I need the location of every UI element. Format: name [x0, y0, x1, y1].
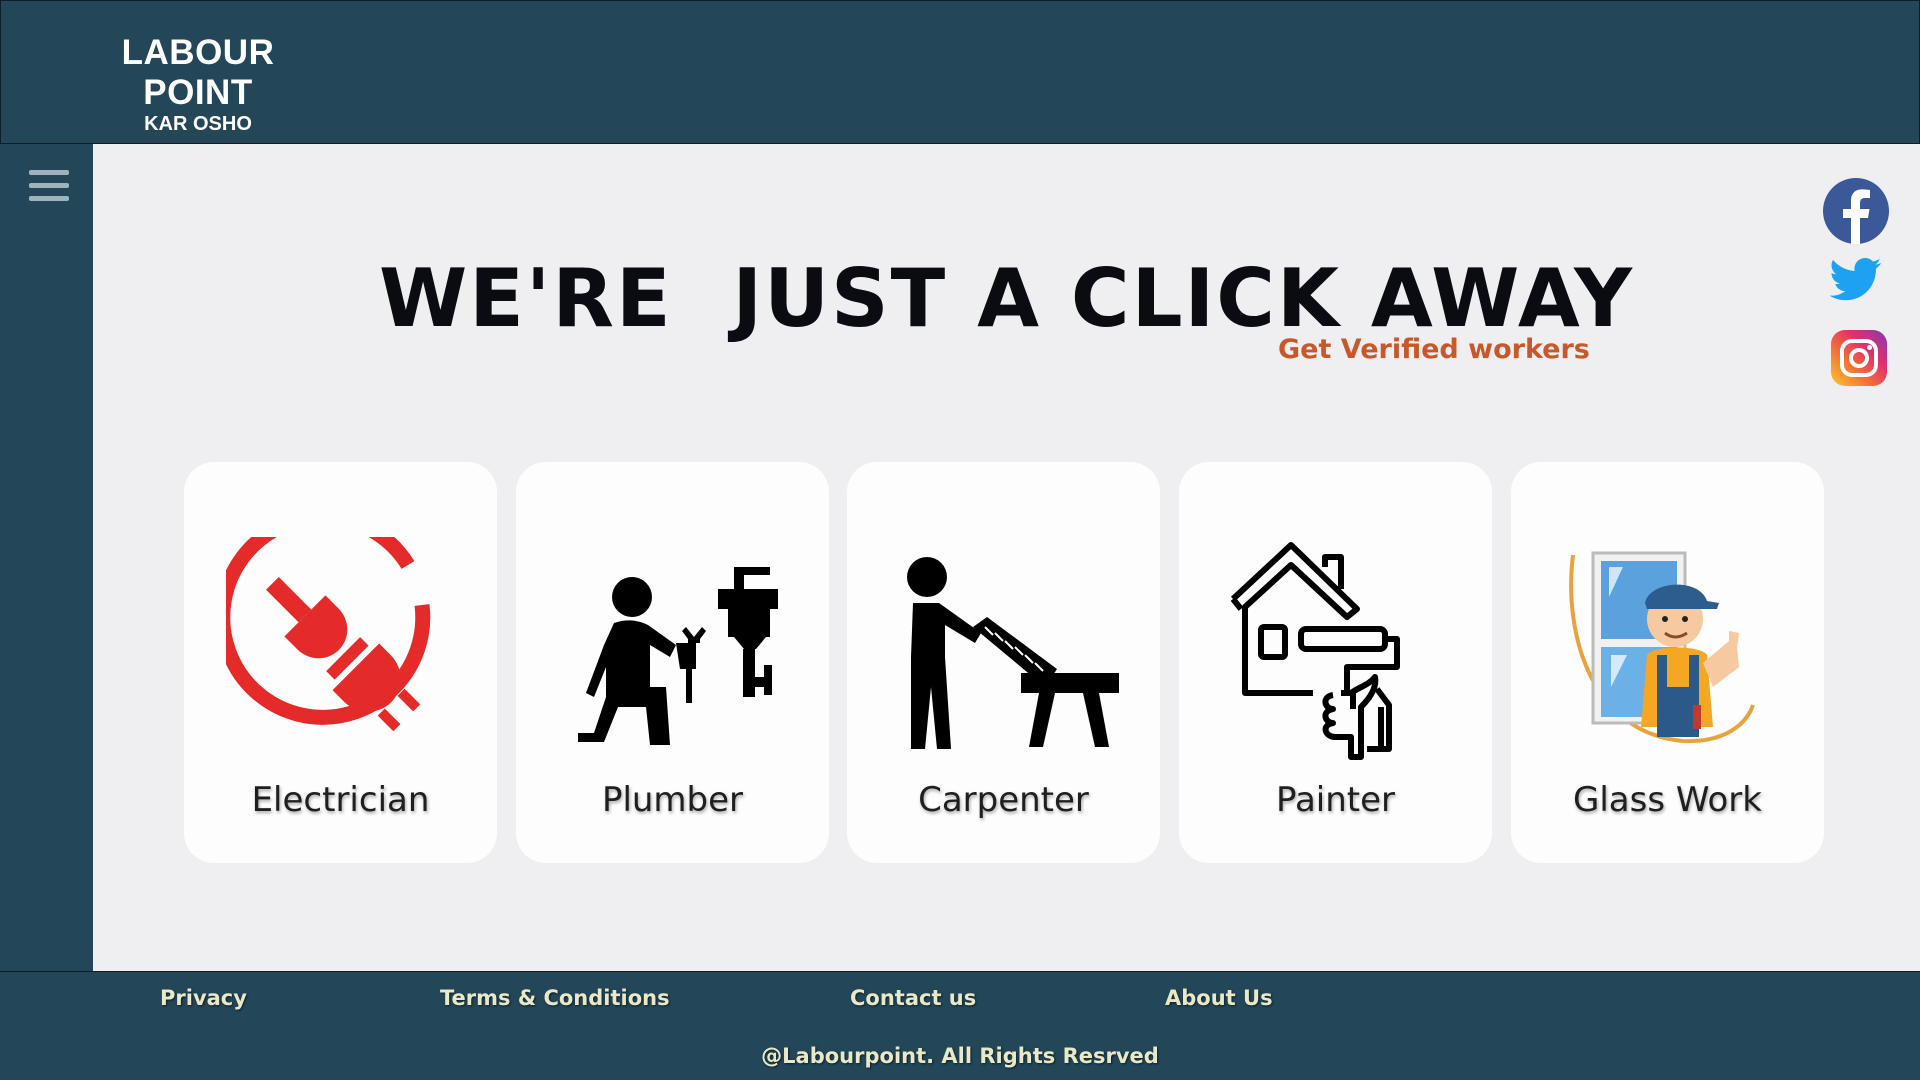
glass-worker-icon — [1553, 537, 1783, 767]
footer-link-contact[interactable]: Contact us — [850, 986, 976, 1010]
brand-subtitle: KAR OSHO — [144, 113, 252, 135]
footer-link-terms[interactable]: Terms & Conditions — [440, 986, 670, 1010]
sidebar — [0, 144, 93, 971]
footer-link-privacy[interactable]: Privacy — [160, 986, 247, 1010]
service-label: Electrician — [251, 780, 430, 820]
twitter-icon[interactable] — [1830, 253, 1882, 305]
service-label: Plumber — [601, 780, 744, 820]
service-card-electrician[interactable]: Electrician — [184, 462, 497, 863]
house-paint-roller-icon — [1221, 537, 1451, 767]
header: LABOUR POINT KAR OSHO — [0, 0, 1920, 144]
service-card-painter[interactable]: Painter — [1179, 462, 1492, 863]
plumber-icon — [558, 537, 788, 767]
footer: Privacy Terms & Conditions Contact us Ab… — [0, 971, 1920, 1080]
service-card-glass-work[interactable]: Glass Work — [1511, 462, 1824, 863]
carpenter-saw-icon — [889, 537, 1119, 767]
copyright-text: @Labourpoint. All Rights Resrved — [761, 1044, 1159, 1068]
hamburger-menu-icon[interactable] — [29, 170, 69, 204]
hero-title: WE'RE JUST A CLICK AWAY — [378, 252, 1635, 345]
service-card-plumber[interactable]: Plumber — [516, 462, 829, 863]
service-label: Painter — [1275, 780, 1396, 820]
service-label: Glass Work — [1573, 780, 1762, 820]
hero-subtitle: Get Verified workers — [1278, 334, 1590, 365]
brand-logo[interactable]: LABOUR POINT KAR OSHO — [64, 33, 332, 135]
electric-plug-icon — [225, 537, 456, 767]
brand-title: LABOUR POINT — [121, 33, 275, 112]
facebook-icon[interactable] — [1823, 178, 1889, 244]
footer-link-about[interactable]: About Us — [1165, 986, 1273, 1010]
instagram-icon[interactable] — [1831, 330, 1887, 386]
main-content: WE'RE JUST A CLICK AWAY Get Verified wor… — [93, 144, 1920, 971]
service-label: Carpenter — [918, 780, 1089, 820]
service-card-carpenter[interactable]: Carpenter — [847, 462, 1160, 863]
